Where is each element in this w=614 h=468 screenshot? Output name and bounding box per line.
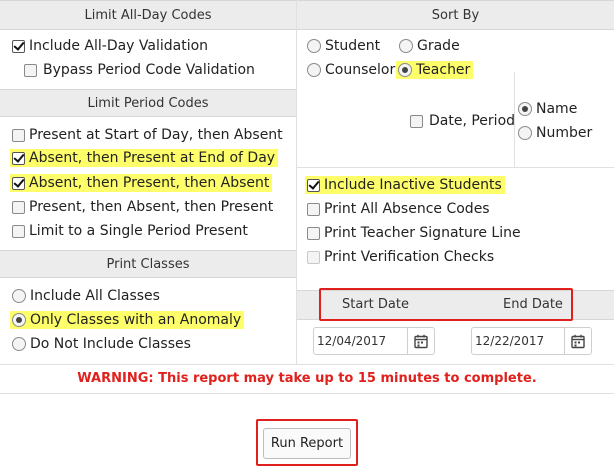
class-option-do-not-include[interactable]: Do Not Include Classes bbox=[12, 336, 191, 352]
period-option-absent-then-present-end[interactable]: Absent, then Present at End of Day bbox=[10, 149, 279, 167]
print-all-absence-codes-checkbox[interactable]: Print All Absence Codes bbox=[307, 201, 490, 217]
checkbox-label: Date, Period bbox=[429, 113, 516, 129]
radio-selected-icon[interactable] bbox=[12, 313, 26, 327]
highlight: Teacher bbox=[396, 61, 474, 79]
period-option-absent-present-absent[interactable]: Absent, then Present, then Absent bbox=[10, 174, 273, 192]
checkbox-label: Present at Start of Day, then Absent bbox=[29, 127, 283, 143]
checkbox-checked-icon[interactable] bbox=[307, 178, 320, 192]
sort-teacher-radio[interactable]: Teacher bbox=[396, 61, 474, 79]
checkbox-label: Print All Absence Codes bbox=[324, 201, 490, 217]
print-classes-header: Print Classes bbox=[0, 250, 296, 278]
highlight: Include Inactive Students bbox=[305, 176, 505, 194]
radio-label: Teacher bbox=[416, 62, 471, 78]
end-date-value[interactable]: 12/22/2017 bbox=[472, 334, 564, 348]
radio-unselected-icon[interactable] bbox=[399, 39, 413, 53]
radio-selected-icon[interactable] bbox=[398, 63, 412, 77]
run-report-button[interactable]: Run Report bbox=[263, 428, 351, 459]
checkbox-unchecked-icon[interactable] bbox=[307, 226, 320, 240]
checkbox-unchecked-icon[interactable] bbox=[410, 114, 423, 128]
print-teacher-signature-checkbox[interactable]: Print Teacher Signature Line bbox=[307, 225, 521, 241]
radio-label: Include All Classes bbox=[30, 288, 160, 304]
radio-label: Do Not Include Classes bbox=[30, 336, 191, 352]
sub-sort-number-radio[interactable]: Number bbox=[518, 125, 592, 141]
checkbox-checked-icon[interactable] bbox=[12, 39, 25, 53]
radio-unselected-icon[interactable] bbox=[518, 126, 532, 140]
checkbox-unchecked-icon[interactable] bbox=[12, 224, 25, 238]
checkbox-unchecked-icon[interactable] bbox=[307, 202, 320, 216]
print-verification-checks-checkbox[interactable]: Print Verification Checks bbox=[307, 249, 494, 265]
section-title: Sort By bbox=[431, 7, 480, 23]
include-inactive-students-checkbox[interactable]: Include Inactive Students bbox=[305, 176, 505, 194]
radio-unselected-icon[interactable] bbox=[307, 63, 321, 77]
sort-student-radio[interactable]: Student bbox=[307, 38, 380, 54]
warning-message: WARNING: This report may take up to 15 m… bbox=[77, 371, 537, 386]
checkbox-unchecked-icon[interactable] bbox=[12, 200, 25, 214]
limit-all-day-codes-header: Limit All-Day Codes bbox=[0, 0, 296, 30]
run-report-label: Run Report bbox=[270, 436, 344, 451]
checkbox-label: Print Verification Checks bbox=[324, 249, 495, 265]
bypass-period-code-validation-checkbox[interactable]: Bypass Period Code Validation bbox=[24, 62, 255, 78]
period-option-single-period-present[interactable]: Limit to a Single Period Present bbox=[12, 223, 248, 239]
class-option-only-anomaly[interactable]: Only Classes with an Anomaly bbox=[10, 311, 245, 329]
warning-bottom-line bbox=[0, 393, 614, 394]
limit-period-codes-header: Limit Period Codes bbox=[0, 89, 296, 117]
sort-by-header: Sort By bbox=[297, 0, 614, 30]
calendar-icon[interactable] bbox=[407, 328, 434, 354]
checkbox-label: Absent, then Present, then Absent bbox=[29, 175, 270, 191]
checkbox-label: Include All-Day Validation bbox=[29, 38, 209, 54]
checkbox-label: Absent, then Present at End of Day bbox=[29, 150, 276, 166]
radio-label: Grade bbox=[417, 38, 460, 54]
checkbox-label: Print Teacher Signature Line bbox=[324, 225, 521, 241]
end-date-input[interactable]: 12/22/2017 bbox=[471, 327, 592, 355]
checkbox-unchecked-icon[interactable] bbox=[12, 128, 25, 142]
calendar-icon[interactable] bbox=[564, 328, 591, 354]
sort-counselor-radio[interactable]: Counselor bbox=[307, 62, 395, 78]
calendar-icon-graphic bbox=[571, 334, 585, 348]
radio-label: Only Classes with an Anomaly bbox=[30, 312, 242, 328]
end-date-label: End Date bbox=[503, 297, 563, 312]
calendar-icon-graphic bbox=[414, 334, 428, 348]
radio-label: Name bbox=[536, 101, 578, 117]
checkbox-unchecked-icon[interactable] bbox=[24, 63, 37, 77]
checkbox-checked-icon[interactable] bbox=[12, 151, 25, 165]
period-option-present-absent-present[interactable]: Present, then Absent, then Present bbox=[12, 199, 273, 215]
checkbox-label: Limit to a Single Period Present bbox=[29, 223, 248, 239]
section-title: Limit Period Codes bbox=[87, 95, 209, 111]
radio-unselected-icon[interactable] bbox=[12, 289, 26, 303]
radio-selected-icon[interactable] bbox=[518, 102, 532, 116]
checkbox-label: Bypass Period Code Validation bbox=[43, 62, 255, 78]
highlight: Only Classes with an Anomaly bbox=[10, 311, 245, 329]
radio-label: Student bbox=[325, 38, 381, 54]
sub-sort-name-radio[interactable]: Name bbox=[518, 101, 577, 117]
checkbox-checked-icon[interactable] bbox=[12, 176, 25, 190]
period-option-present-start-then-absent[interactable]: Present at Start of Day, then Absent bbox=[12, 127, 283, 143]
date-period-checkbox[interactable]: Date, Period bbox=[410, 113, 515, 129]
sort-area-bottom-line bbox=[297, 167, 614, 168]
highlight: Absent, then Present at End of Day bbox=[10, 149, 279, 167]
radio-label: Counselor bbox=[325, 62, 396, 78]
start-date-input[interactable]: 12/04/2017 bbox=[313, 327, 435, 355]
checkbox-label: Include Inactive Students bbox=[324, 177, 502, 193]
sort-grade-radio[interactable]: Grade bbox=[399, 38, 460, 54]
radio-unselected-icon[interactable] bbox=[12, 337, 26, 351]
checkbox-label: Present, then Absent, then Present bbox=[29, 199, 274, 215]
class-option-include-all[interactable]: Include All Classes bbox=[12, 288, 160, 304]
section-title: Limit All-Day Codes bbox=[84, 7, 212, 23]
radio-label: Number bbox=[536, 125, 593, 141]
start-date-value[interactable]: 12/04/2017 bbox=[314, 334, 407, 348]
radio-unselected-icon[interactable] bbox=[307, 39, 321, 53]
warning-top-line bbox=[0, 364, 614, 365]
include-all-day-validation-checkbox[interactable]: Include All-Day Validation bbox=[12, 38, 208, 54]
highlight: Absent, then Present, then Absent bbox=[10, 174, 273, 192]
checkbox-disabled-icon[interactable] bbox=[307, 250, 320, 264]
start-date-label: Start Date bbox=[342, 297, 409, 312]
section-title: Print Classes bbox=[106, 256, 190, 272]
